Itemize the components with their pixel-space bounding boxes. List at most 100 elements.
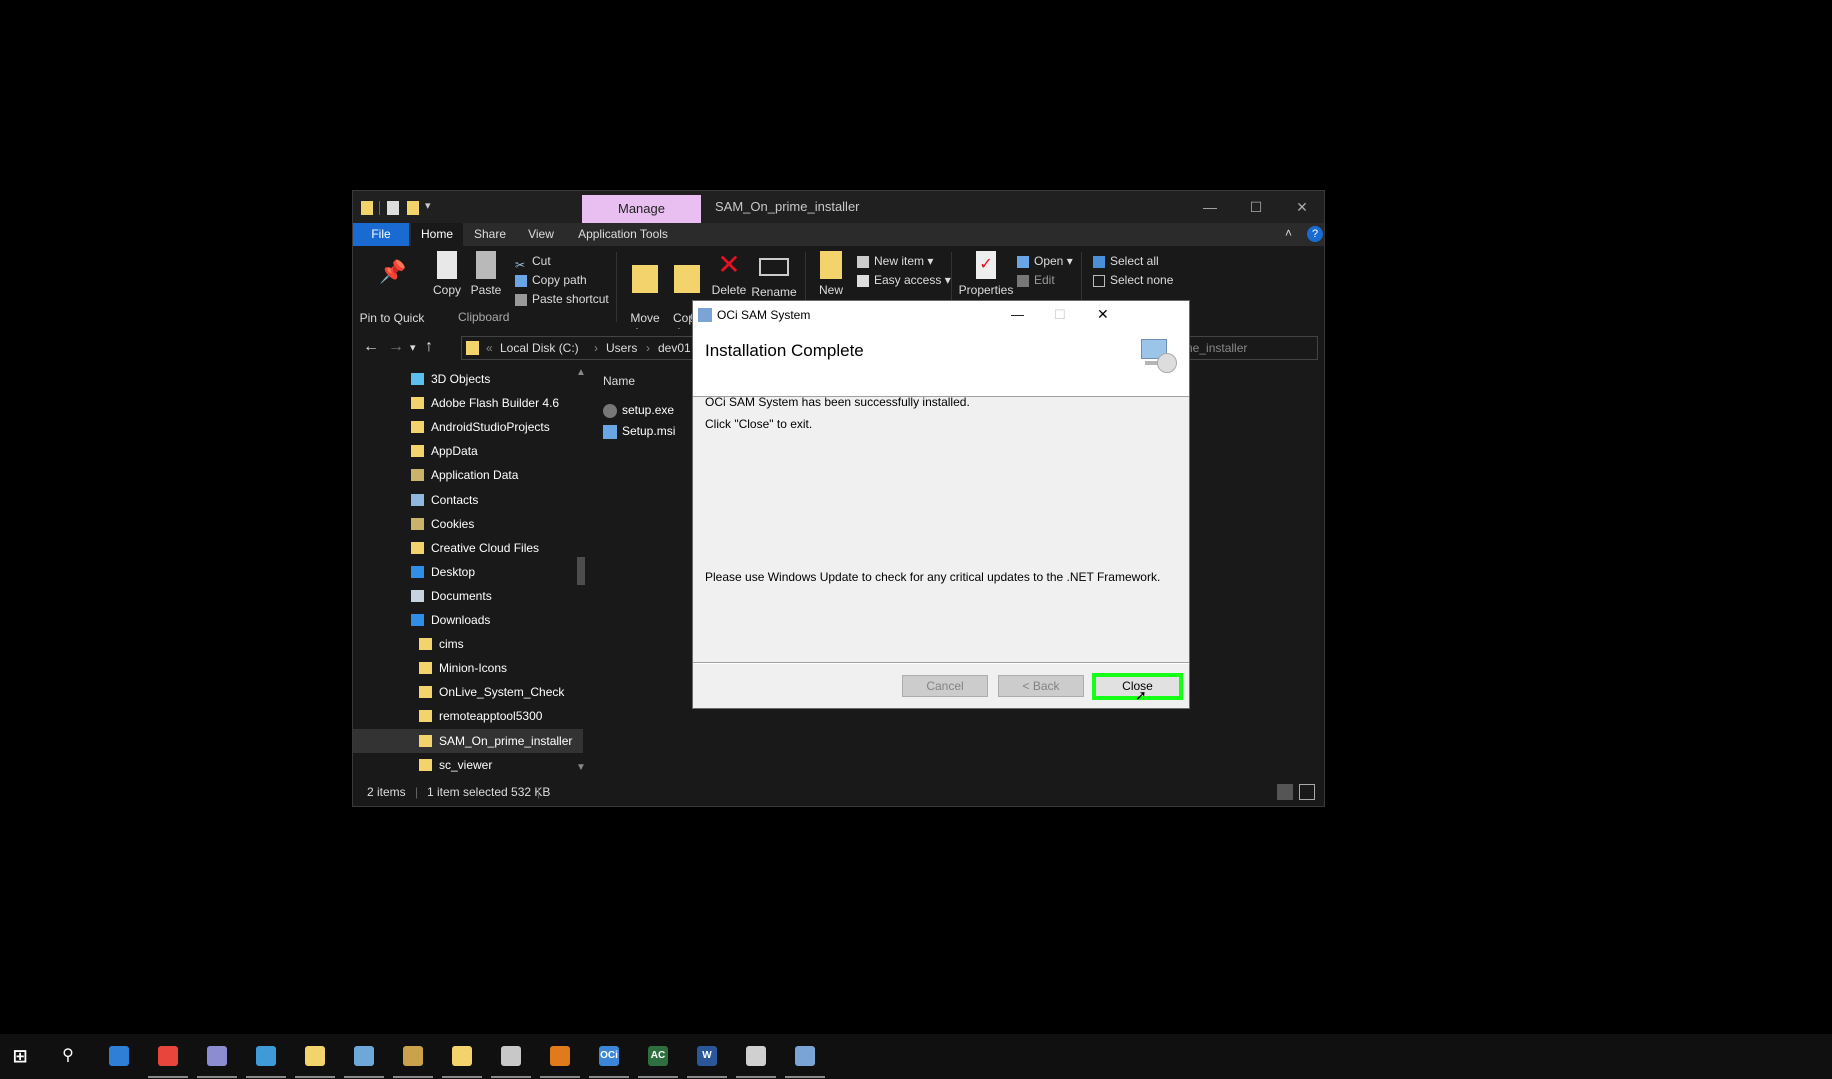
customize-quick-access-icon[interactable]: ▾ <box>425 199 431 212</box>
column-header-name[interactable]: Name <box>603 374 635 388</box>
dialog-maximize-button[interactable]: ☐ <box>1054 307 1066 323</box>
edit-button[interactable]: Edit <box>1017 271 1055 290</box>
network-globe-icon[interactable] <box>246 1042 286 1078</box>
easy-access-button[interactable]: Easy access ▾ <box>857 271 951 290</box>
crumb-separator[interactable]: › <box>646 341 650 355</box>
dialog-close-button[interactable]: ✕ <box>1097 306 1109 323</box>
setup-installer-icon[interactable] <box>785 1042 825 1078</box>
remote-desktop-icon[interactable] <box>344 1042 384 1078</box>
tab-home[interactable]: Home <box>411 223 463 246</box>
running-indicator <box>491 1076 531 1078</box>
windows-start-icon[interactable]: ⊞ <box>6 1042 34 1070</box>
edge-icon[interactable] <box>105 1042 133 1070</box>
new-folder-icon[interactable] <box>407 201 419 215</box>
properties-icon[interactable] <box>387 201 399 215</box>
folder-tools-icon[interactable] <box>295 1042 335 1078</box>
back-arrow-icon[interactable]: ← <box>363 338 379 356</box>
tab-application-tools[interactable]: Application Tools <box>567 223 679 246</box>
running-indicator <box>246 1076 286 1078</box>
nav-item[interactable]: OnLive_System_Check <box>353 680 583 704</box>
file-item-setup-msi[interactable]: Setup.msi <box>603 421 675 441</box>
paste-button[interactable]: Paste <box>468 251 504 297</box>
nav-item[interactable]: Application Data <box>353 463 583 487</box>
nav-item[interactable]: cims <box>353 632 583 656</box>
forward-arrow-icon[interactable]: → <box>388 338 404 356</box>
nav-item[interactable]: Documents <box>353 584 583 608</box>
keepass-icon[interactable] <box>197 1042 237 1078</box>
nav-item[interactable]: AppData <box>353 439 583 463</box>
oci-app-icon[interactable]: OCi <box>589 1042 629 1078</box>
maximize-button[interactable]: ☐ <box>1233 191 1279 223</box>
details-view-icon[interactable] <box>1277 784 1293 800</box>
file-explorer-icon[interactable] <box>442 1042 482 1078</box>
acrobat-icon[interactable]: AC <box>638 1042 678 1078</box>
nav-item[interactable]: Creative Cloud Files <box>353 536 583 560</box>
nav-item[interactable]: sc_viewer <box>353 753 583 777</box>
recent-locations-icon[interactable]: ▾ <box>410 341 416 354</box>
copy-path-button[interactable]: Copy path <box>515 271 587 290</box>
scroll-thumb[interactable] <box>577 557 585 585</box>
scroll-up-icon[interactable]: ▲ <box>576 367 586 378</box>
file-name: Setup.msi <box>622 424 676 438</box>
collapse-ribbon-icon[interactable]: ˄ <box>1285 226 1292 240</box>
select-none-button[interactable]: Select none <box>1093 271 1173 290</box>
nav-item-label: Desktop <box>431 564 476 579</box>
cut-button[interactable]: ✂ Cut <box>515 252 551 272</box>
nav-item[interactable]: SAM_On_prime_installer <box>353 728 583 753</box>
nav-item[interactable]: remoteapptool5300 <box>353 704 583 728</box>
chrome-icon-glyph <box>158 1046 178 1066</box>
tab-share[interactable]: Share <box>465 223 515 246</box>
installer-app-icon[interactable] <box>540 1042 580 1078</box>
nav-item[interactable]: 3D Objects <box>353 367 583 391</box>
word-icon[interactable]: W <box>687 1042 727 1078</box>
nav-scrollbar[interactable]: ▲ ▼ <box>573 367 588 773</box>
running-indicator <box>589 1076 629 1078</box>
large-icons-view-icon[interactable] <box>1299 784 1315 800</box>
delete-button[interactable]: ✕ Delete <box>709 251 749 298</box>
nav-item-label: AndroidStudioProjects <box>431 420 550 435</box>
network-computer-icon[interactable] <box>393 1042 433 1078</box>
nav-item[interactable]: Contacts <box>353 488 583 512</box>
nav-item-label: cims <box>439 637 464 652</box>
keepass-icon-glyph <box>207 1046 227 1066</box>
copy-button[interactable]: Copy <box>429 251 465 297</box>
search-icon[interactable]: ⚲ <box>54 1042 82 1070</box>
nav-item[interactable]: Downloads <box>353 608 583 632</box>
nav-item[interactable]: Minion-Icons <box>353 656 583 680</box>
settings-tool-icon[interactable] <box>491 1042 531 1078</box>
rename-button[interactable]: Rename <box>751 251 797 299</box>
crumb-dev01[interactable]: dev01 <box>658 341 691 355</box>
dialog-heading: Installation Complete <box>705 341 864 360</box>
new-item-button[interactable]: New item ▾ <box>857 252 933 271</box>
tab-view[interactable]: View <box>517 223 565 246</box>
cancel-button[interactable]: Cancel <box>902 675 988 697</box>
nav-item[interactable]: AndroidStudioProjects <box>353 415 583 439</box>
crumb-local-disk[interactable]: Local Disk (C:) <box>500 341 579 355</box>
back-button[interactable]: < Back <box>998 675 1084 697</box>
dialog-title: OCi SAM System <box>717 308 811 322</box>
move-to-button[interactable]: Move to ▾ <box>625 251 665 339</box>
crumb-separator[interactable]: › <box>594 341 598 355</box>
up-arrow-icon[interactable]: ↑ <box>425 338 433 356</box>
nav-item[interactable]: Adobe Flash Builder 4.6 <box>353 391 583 415</box>
address-overflow[interactable]: « <box>486 341 493 355</box>
dialog-minimize-button[interactable]: — <box>1011 307 1024 322</box>
open-button[interactable]: Open ▾ <box>1017 252 1073 271</box>
properties-button[interactable]: ✓ Properties <box>957 251 1015 297</box>
nav-item[interactable]: Desktop <box>353 560 583 584</box>
pin-to-quick-access-button[interactable]: 📌 Pin to Quick access <box>359 251 425 340</box>
select-all-button[interactable]: Select all <box>1093 252 1159 271</box>
new-folder-button[interactable]: New <box>811 251 851 297</box>
nav-item[interactable]: Cookies <box>353 512 583 536</box>
help-icon[interactable]: ? <box>1307 226 1323 242</box>
crumb-users[interactable]: Users <box>606 341 637 355</box>
manage-contextual-tab[interactable]: Manage <box>582 195 701 223</box>
close-window-button[interactable]: ✕ <box>1279 191 1325 223</box>
tab-file[interactable]: File <box>353 223 409 246</box>
file-item-setup-exe[interactable]: setup.exe <box>603 400 674 420</box>
media-app-icon[interactable] <box>736 1042 776 1078</box>
minimize-button[interactable]: — <box>1187 191 1233 223</box>
paste-shortcut-button[interactable]: Paste shortcut <box>515 290 609 309</box>
chrome-icon[interactable] <box>148 1042 188 1078</box>
scroll-down-icon[interactable]: ▼ <box>576 762 586 773</box>
